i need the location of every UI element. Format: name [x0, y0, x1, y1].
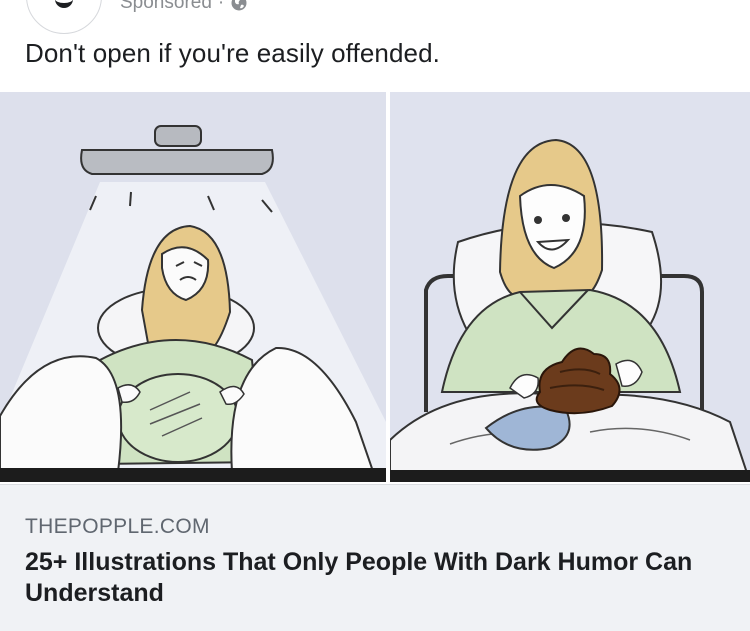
- comic-panel-delivery: [0, 92, 386, 482]
- link-domain: THEPOPPLE.COM: [25, 515, 210, 538]
- sponsored-label[interactable]: Sponsored: [120, 0, 212, 14]
- post-caption: Don't open if you're easily offended.: [25, 38, 440, 68]
- page-avatar[interactable]: [26, 0, 102, 34]
- post-meta: Sponsored ·: [120, 0, 248, 14]
- globe-icon[interactable]: [230, 0, 248, 12]
- post-image[interactable]: [0, 92, 750, 482]
- link-preview[interactable]: THEPOPPLE.COM 25+ Illustrations That Onl…: [0, 484, 750, 631]
- link-headline[interactable]: 25+ Illustrations That Only People With …: [25, 547, 725, 609]
- comic-panel-bed: [390, 92, 750, 482]
- page-logo-icon: [55, 0, 73, 8]
- meta-separator: ·: [217, 0, 225, 13]
- post-header: Sponsored ·: [0, 0, 750, 34]
